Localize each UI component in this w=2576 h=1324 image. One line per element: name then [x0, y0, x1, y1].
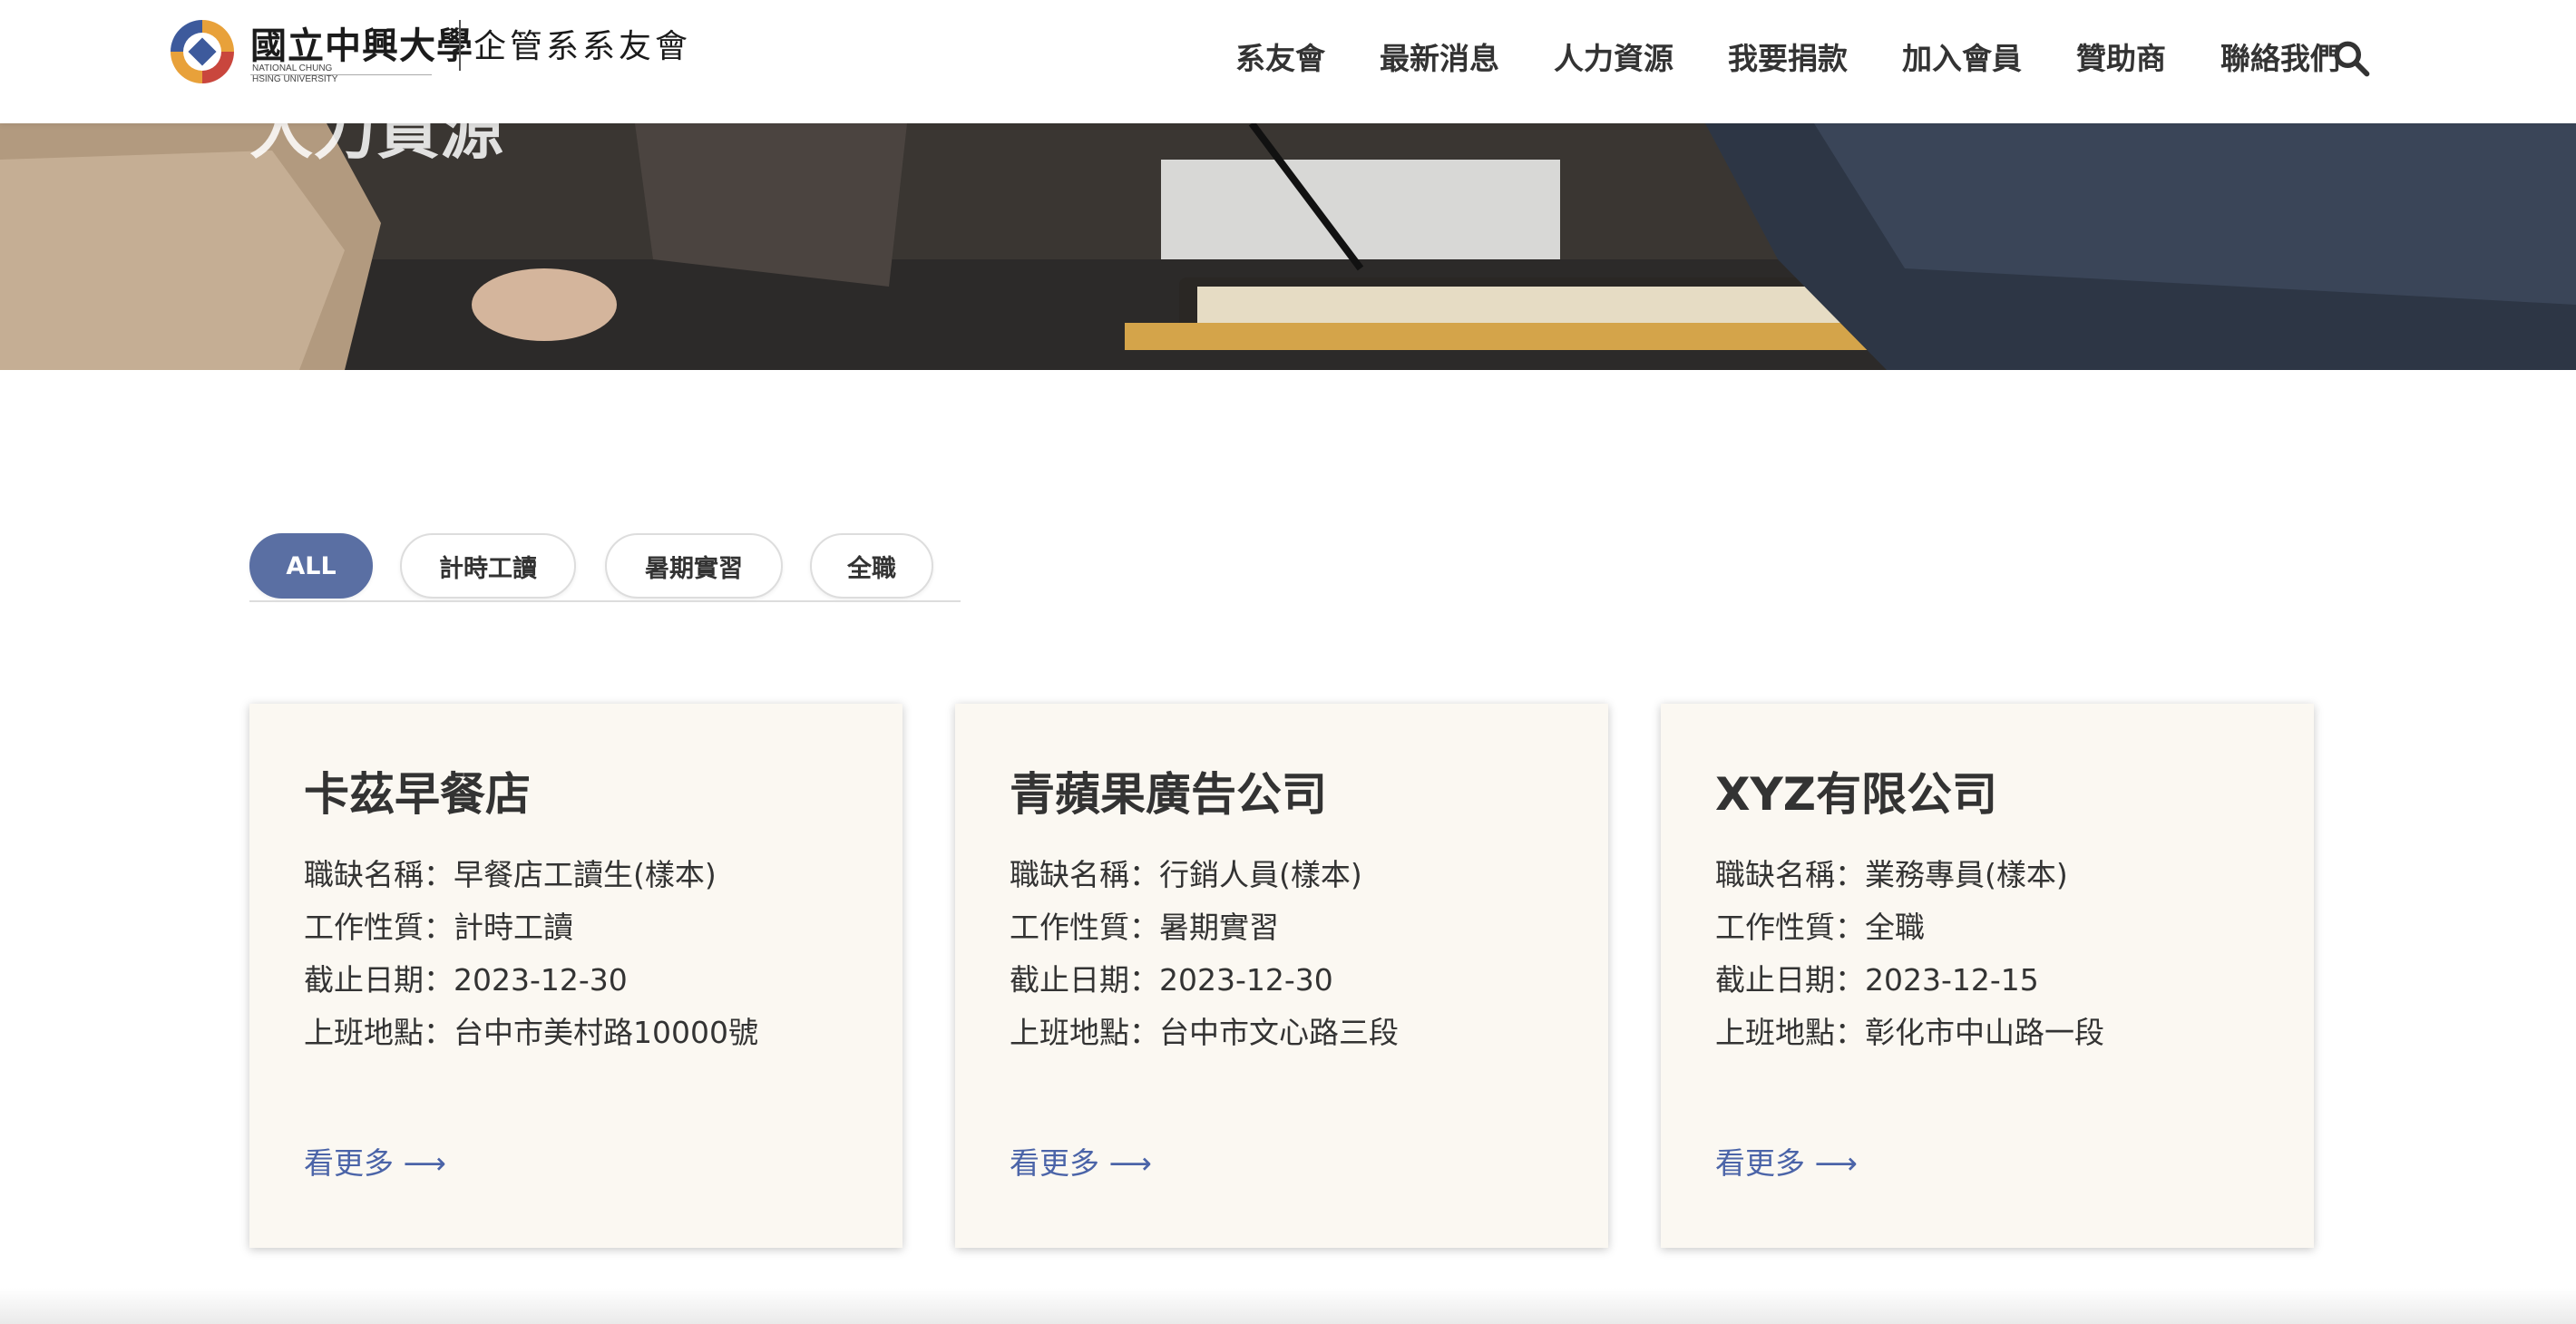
see-more-link[interactable]: 看更多 ⟶	[304, 1139, 446, 1183]
job-deadline: 截止日期：2023-12-30	[1010, 962, 1333, 998]
main-nav: 系友會 最新消息 人力資源 我要捐款 加入會員 贊助商 聯絡我們	[1235, 36, 2340, 82]
nav-item-hr[interactable]: 人力資源	[1554, 36, 1673, 82]
nav-item-news[interactable]: 最新消息	[1380, 36, 1499, 82]
tab-all[interactable]: ALL	[249, 533, 373, 599]
job-filter-tabs: ALL 計時工讀 暑期實習 全職	[249, 533, 961, 602]
job-card: 卡茲早餐店 職缺名稱：早餐店工讀生(樣本) 工作性質：計時工讀 截止日期：202…	[249, 704, 903, 1248]
search-icon[interactable]	[2331, 38, 2371, 78]
job-title: 職缺名稱：行銷人員(樣本)	[1010, 857, 1362, 892]
job-title: 職缺名稱：早餐店工讀生(樣本)	[304, 857, 717, 892]
job-details: 職缺名稱：行銷人員(樣本) 工作性質：暑期實習 截止日期：2023-12-30 …	[1010, 849, 1399, 1059]
job-location: 上班地點：台中市文心路三段	[1010, 1015, 1399, 1050]
job-title: 職缺名稱：業務專員(樣本)	[1715, 857, 2068, 892]
job-location: 上班地點：台中市美村路10000號	[304, 1015, 758, 1050]
logo-university-english: NATIONAL CHUNG HSING UNIVERSITY	[252, 63, 338, 84]
hero-title: 人力資源	[249, 123, 503, 168]
see-more-link[interactable]: 看更多 ⟶	[1715, 1139, 1858, 1183]
job-deadline: 截止日期：2023-12-15	[1715, 962, 2039, 998]
tabs-underline	[249, 600, 961, 602]
hero-banner: 人力資源	[0, 123, 2576, 370]
job-card: XYZ有限公司 職缺名稱：業務專員(樣本) 工作性質：全職 截止日期：2023-…	[1661, 704, 2314, 1248]
job-details: 職缺名稱：業務專員(樣本) 工作性質：全職 截止日期：2023-12-15 上班…	[1715, 849, 2104, 1059]
nav-item-contact[interactable]: 聯絡我們	[2220, 36, 2340, 82]
tab-full-time[interactable]: 全職	[810, 533, 933, 599]
logo-university-name: 國立中興大學	[250, 24, 473, 67]
logo-divider	[459, 20, 461, 71]
job-location: 上班地點：彰化市中山路一段	[1715, 1015, 2104, 1050]
job-type: 工作性質：全職	[1715, 910, 1925, 945]
job-deadline: 截止日期：2023-12-30	[304, 962, 628, 998]
page-bottom-fade	[0, 1288, 2576, 1324]
job-type: 工作性質：計時工讀	[304, 910, 573, 945]
tab-part-time[interactable]: 計時工讀	[400, 533, 576, 599]
site-logo[interactable]: 國立中興大學 NATIONAL CHUNG HSING UNIVERSITY 企…	[171, 16, 697, 107]
nav-item-join[interactable]: 加入會員	[1902, 36, 2022, 82]
nav-item-donate[interactable]: 我要捐款	[1728, 36, 1848, 82]
job-company: 青蘋果廣告公司	[1010, 768, 1327, 821]
logo-association-name: 企管系系友會	[473, 28, 692, 65]
job-card: 青蘋果廣告公司 職缺名稱：行銷人員(樣本) 工作性質：暑期實習 截止日期：202…	[955, 704, 1608, 1248]
job-company: XYZ有限公司	[1715, 768, 1998, 821]
see-more-link[interactable]: 看更多 ⟶	[1010, 1139, 1152, 1183]
tab-summer-internship[interactable]: 暑期實習	[605, 533, 783, 599]
nav-item-alumni[interactable]: 系友會	[1235, 36, 1325, 82]
job-details: 職缺名稱：早餐店工讀生(樣本) 工作性質：計時工讀 截止日期：2023-12-3…	[304, 849, 758, 1059]
nav-item-sponsors[interactable]: 贊助商	[2076, 36, 2166, 82]
job-company: 卡茲早餐店	[304, 768, 531, 821]
job-type: 工作性質：暑期實習	[1010, 910, 1279, 945]
university-emblem-icon	[171, 20, 234, 83]
site-header: 國立中興大學 NATIONAL CHUNG HSING UNIVERSITY 企…	[0, 0, 2576, 123]
